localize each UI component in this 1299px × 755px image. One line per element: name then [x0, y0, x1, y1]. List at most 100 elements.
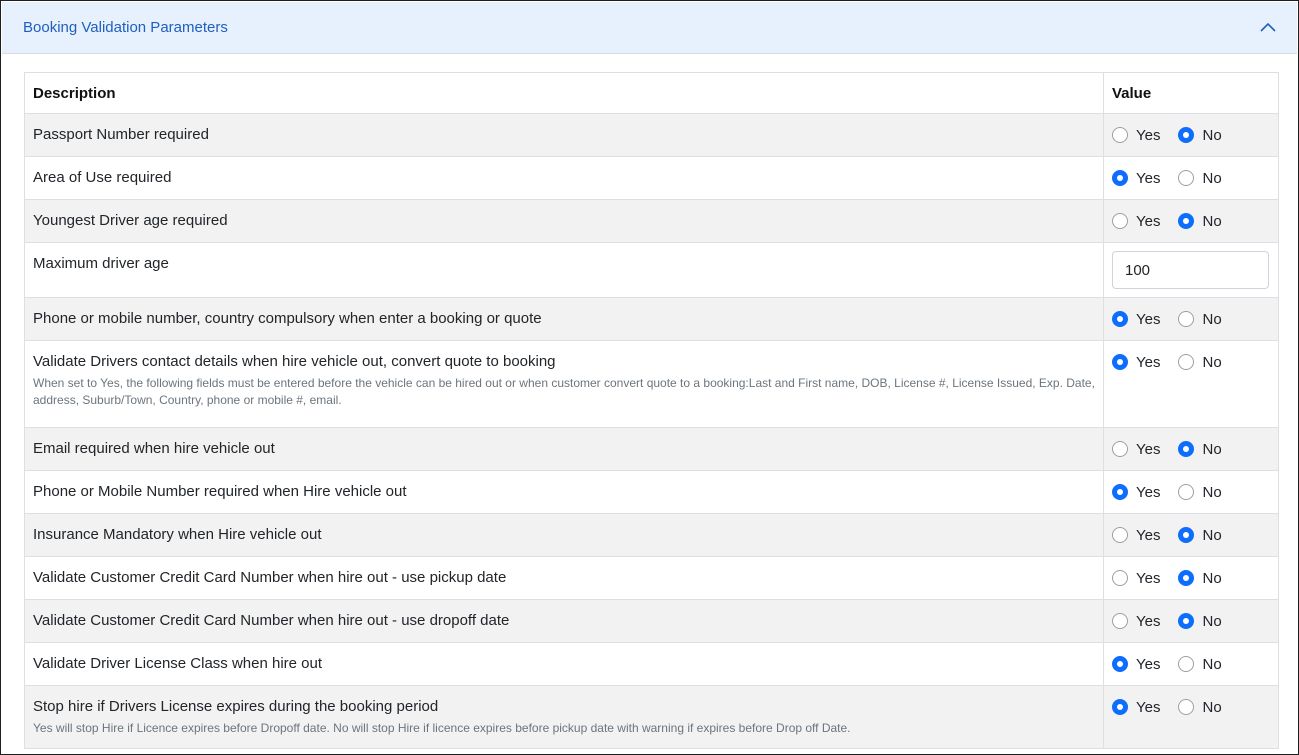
- radio-yes[interactable]: [1112, 527, 1128, 543]
- radio-label-yes: Yes: [1136, 526, 1161, 544]
- radio-option-no[interactable]: No: [1178, 698, 1222, 716]
- radio-option-yes[interactable]: Yes: [1112, 699, 1160, 716]
- radio-label-no: No: [1202, 310, 1222, 328]
- row-description-cell: Stop hire if Drivers License expires dur…: [24, 685, 1104, 749]
- radio-option-no[interactable]: No: [1178, 310, 1222, 328]
- row-description-cell: Phone or mobile number, country compulso…: [24, 297, 1104, 341]
- row-label: Validate Driver License Class when hire …: [33, 655, 323, 672]
- table-row: Email required when hire vehicle out Yes N…: [24, 427, 1279, 471]
- row-label: Email required when hire vehicle out: [33, 440, 275, 457]
- radio-option-yes[interactable]: Yes: [1112, 170, 1160, 187]
- radio-no[interactable]: [1178, 441, 1195, 457]
- radio-label-yes: Yes: [1136, 483, 1161, 501]
- radio-label-no: No: [1202, 440, 1222, 458]
- radio-option-yes[interactable]: Yes: [1112, 570, 1160, 587]
- radio-option-no[interactable]: No: [1178, 354, 1222, 371]
- radio-option-no[interactable]: No: [1178, 212, 1222, 230]
- radio-yes[interactable]: [1112, 699, 1128, 715]
- radio-option-yes[interactable]: Yes: [1112, 484, 1160, 501]
- radio-no[interactable]: [1178, 170, 1195, 186]
- row-value-cell: [1103, 242, 1279, 298]
- radio-label-no: No: [1202, 126, 1222, 144]
- radio-no[interactable]: [1178, 570, 1195, 586]
- radio-no[interactable]: [1178, 311, 1195, 327]
- yes-no-radio-group: Yes No: [1112, 310, 1270, 328]
- radio-no[interactable]: [1178, 127, 1195, 143]
- radio-option-no[interactable]: No: [1178, 484, 1222, 501]
- radio-option-yes[interactable]: Yes: [1112, 127, 1160, 144]
- radio-no[interactable]: [1178, 484, 1195, 500]
- max-driver-age-input[interactable]: [1112, 251, 1269, 289]
- row-value-cell: Yes No: [1103, 556, 1279, 600]
- radio-option-no[interactable]: No: [1178, 526, 1222, 544]
- row-description-cell: Maximum driver age: [24, 242, 1104, 298]
- column-header-description: Description: [24, 72, 1104, 114]
- radio-option-no[interactable]: No: [1178, 612, 1222, 630]
- table-row: Phone or mobile number, country compulso…: [24, 297, 1279, 341]
- radio-option-no[interactable]: No: [1178, 440, 1222, 458]
- radio-label-no: No: [1202, 655, 1222, 673]
- row-description-cell: Area of Use required: [24, 156, 1104, 200]
- yes-no-radio-group: Yes No: [1112, 212, 1270, 230]
- yes-no-radio-group: Yes No: [1112, 483, 1270, 501]
- window-frame: Booking Validation Parameters Descriptio…: [0, 0, 1299, 755]
- radio-option-yes[interactable]: Yes: [1112, 527, 1160, 544]
- radio-option-yes[interactable]: Yes: [1112, 354, 1160, 371]
- radio-option-yes[interactable]: Yes: [1112, 656, 1160, 673]
- radio-label-no: No: [1202, 569, 1222, 587]
- radio-yes[interactable]: [1112, 484, 1128, 500]
- radio-option-no[interactable]: No: [1178, 569, 1222, 587]
- radio-label-no: No: [1202, 169, 1222, 187]
- row-label: Stop hire if Drivers License expires dur…: [33, 698, 439, 715]
- radio-yes[interactable]: [1112, 213, 1128, 229]
- parameters-table: Description Value Passport Number requir…: [24, 72, 1279, 749]
- row-value-cell: Yes No: [1103, 642, 1279, 686]
- row-help-text: Yes will stop Hire if Licence expires be…: [33, 721, 851, 735]
- radio-yes[interactable]: [1112, 170, 1128, 186]
- row-label: Maximum driver age: [33, 255, 169, 272]
- radio-no[interactable]: [1178, 354, 1195, 370]
- row-description-cell: Validate Customer Credit Card Number whe…: [24, 599, 1104, 643]
- radio-option-no[interactable]: No: [1178, 655, 1222, 673]
- table-row: Phone or Mobile Number required when Hir…: [24, 470, 1279, 514]
- row-value-cell: Yes No: [1103, 599, 1279, 643]
- radio-no[interactable]: [1178, 613, 1195, 629]
- radio-option-yes[interactable]: Yes: [1112, 441, 1160, 458]
- table-row: Area of Use required Yes No: [24, 156, 1279, 200]
- radio-option-no[interactable]: No: [1178, 126, 1222, 144]
- radio-label-no: No: [1202, 526, 1222, 544]
- row-value-cell: Yes No: [1103, 470, 1279, 514]
- panel-title[interactable]: Booking Validation Parameters: [23, 19, 228, 36]
- radio-option-yes[interactable]: Yes: [1112, 613, 1160, 630]
- radio-no[interactable]: [1178, 699, 1195, 715]
- row-value-cell: Yes No: [1103, 685, 1279, 749]
- radio-no[interactable]: [1178, 527, 1195, 543]
- row-description-cell: Validate Drivers contact details when hi…: [24, 340, 1104, 428]
- radio-option-no[interactable]: No: [1178, 169, 1222, 187]
- chevron-up-icon[interactable]: [1257, 16, 1279, 38]
- radio-option-yes[interactable]: Yes: [1112, 311, 1160, 328]
- radio-yes[interactable]: [1112, 613, 1128, 629]
- table-row: Validate Driver License Class when hire …: [24, 642, 1279, 686]
- radio-yes[interactable]: [1112, 441, 1128, 457]
- row-value-cell: Yes No: [1103, 113, 1279, 157]
- radio-option-yes[interactable]: Yes: [1112, 213, 1160, 230]
- table-row: Youngest Driver age required Yes No: [24, 199, 1279, 243]
- radio-yes[interactable]: [1112, 570, 1128, 586]
- radio-label-no: No: [1202, 612, 1222, 630]
- yes-no-radio-group: Yes No: [1112, 612, 1270, 630]
- radio-no[interactable]: [1178, 213, 1195, 229]
- yes-no-radio-group: Yes No: [1112, 440, 1270, 458]
- radio-label-no: No: [1202, 698, 1222, 716]
- radio-label-no: No: [1202, 212, 1222, 230]
- radio-no[interactable]: [1178, 656, 1195, 672]
- radio-yes[interactable]: [1112, 127, 1128, 143]
- accordion-header[interactable]: Booking Validation Parameters: [2, 2, 1297, 54]
- table-row: Stop hire if Drivers License expires dur…: [24, 685, 1279, 749]
- radio-yes[interactable]: [1112, 311, 1128, 327]
- radio-yes[interactable]: [1112, 656, 1128, 672]
- radio-label-yes: Yes: [1136, 612, 1161, 630]
- yes-no-radio-group: Yes No: [1112, 526, 1270, 544]
- column-header-value: Value: [1103, 72, 1279, 114]
- radio-yes[interactable]: [1112, 354, 1128, 370]
